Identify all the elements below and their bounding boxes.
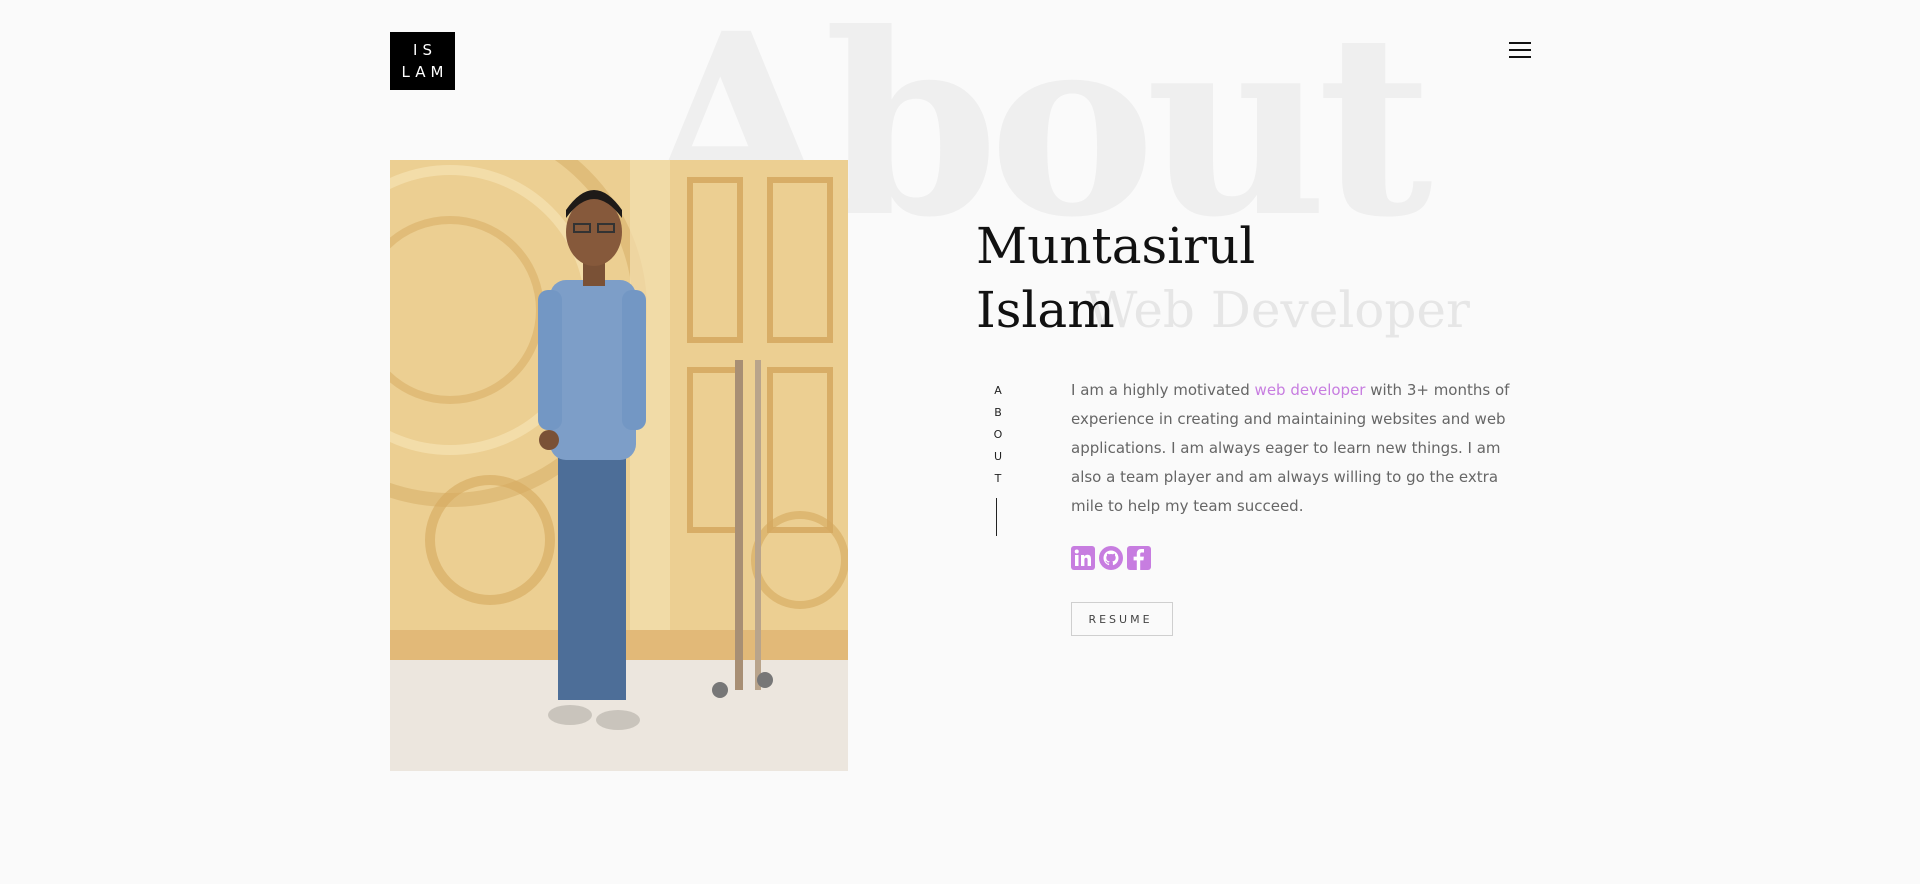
bio-paragraph: I am a highly motivated web developer wi… xyxy=(1071,381,1510,515)
about-page: About IS LAM Muntasirul Islam Web Develo… xyxy=(0,0,1920,884)
profile-photo xyxy=(390,160,848,771)
name-last: Islam xyxy=(976,281,1115,339)
hamburger-menu-icon[interactable] xyxy=(1509,41,1531,59)
web-developer-link[interactable]: web developer xyxy=(1255,381,1366,399)
vertical-about-label: A B O U T xyxy=(993,384,1003,485)
social-links xyxy=(1071,546,1151,570)
site-logo[interactable]: IS LAM xyxy=(390,32,455,90)
linkedin-icon[interactable] xyxy=(1071,546,1095,570)
logo-line-2: LAM xyxy=(401,63,449,81)
resume-button[interactable]: RESUME xyxy=(1071,602,1173,636)
name-first: Muntasirul xyxy=(976,217,1256,275)
hero-name: Muntasirul Islam xyxy=(976,214,1255,342)
vertical-divider xyxy=(996,498,997,536)
logo-line-1: IS xyxy=(413,41,437,59)
github-icon[interactable] xyxy=(1099,546,1123,570)
facebook-icon[interactable] xyxy=(1127,546,1151,570)
